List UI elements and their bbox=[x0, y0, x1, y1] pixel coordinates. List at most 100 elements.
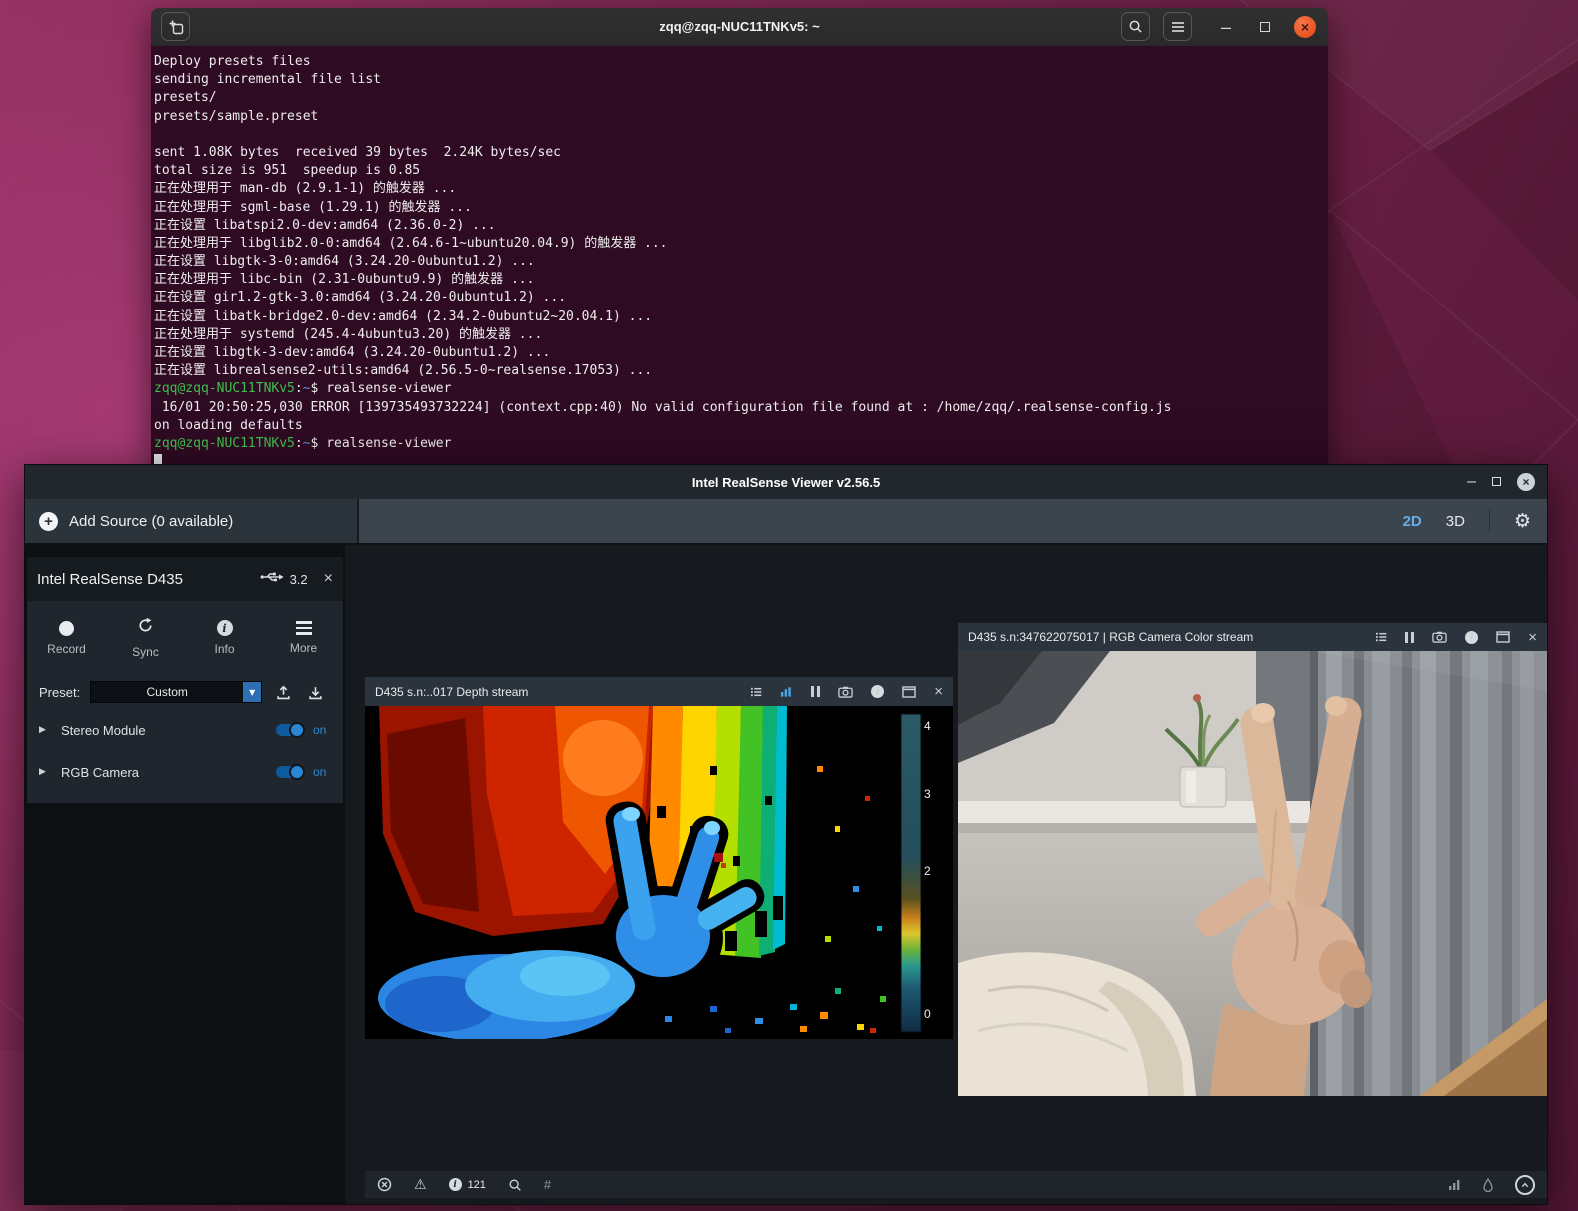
rgb-camera-toggle[interactable] bbox=[276, 764, 305, 780]
close-stream-icon[interactable]: × bbox=[934, 684, 943, 699]
viewer-statusbar: ⚠ i 121 # bbox=[365, 1171, 1547, 1198]
usb-version: 3.2 bbox=[289, 571, 308, 587]
terminal-line: 正在处理用于 man-db (2.9.1-1) 的触发器 ... bbox=[154, 181, 457, 197]
chevron-up-icon bbox=[1521, 1182, 1529, 1187]
snapshot-camera-icon[interactable] bbox=[1432, 631, 1447, 643]
device-panel: Intel RealSense D435 3.2 × Record Sync i… bbox=[27, 557, 343, 803]
info-icon[interactable]: i bbox=[871, 685, 885, 698]
expand-arrow-icon[interactable]: ▶ bbox=[39, 767, 53, 777]
info-button[interactable]: i Info bbox=[185, 601, 264, 675]
info-icon[interactable]: i bbox=[1465, 630, 1479, 644]
device-name: Intel RealSense D435 bbox=[37, 570, 183, 588]
close-icon: × bbox=[1300, 19, 1310, 35]
viewer-toolbar: + Add Source (0 available) 2D 3D ⚙ bbox=[25, 499, 1547, 545]
upload-preset-button[interactable] bbox=[272, 681, 294, 703]
module-label: RGB Camera bbox=[61, 764, 140, 780]
search-icon[interactable] bbox=[508, 1178, 522, 1192]
desktop: zqq@zqq-NUC11TNKv5: ~ – × Deploy presets… bbox=[0, 0, 1578, 1211]
info-count-group[interactable]: i 121 bbox=[448, 1178, 486, 1191]
download-preset-button[interactable] bbox=[304, 681, 326, 703]
depth-stream-header: D435 s.n:..017 Depth stream i × bbox=[365, 677, 953, 706]
view-mode-tabs: 2D 3D ⚙ bbox=[1403, 499, 1547, 543]
collapse-panel-button[interactable] bbox=[1515, 1174, 1535, 1195]
rgb-camera-row: ▶ RGB Camera on bbox=[27, 751, 343, 793]
terminal-line: zqq@zqq-NUC11TNKv5:~$ realsense-viewer bbox=[154, 435, 452, 451]
snapshot-camera-icon[interactable] bbox=[838, 686, 853, 698]
rgb-image bbox=[958, 651, 1547, 1096]
info-label: Info bbox=[214, 642, 235, 656]
rgb-stream-panel: D435 s.n:347622075017 | RGB Camera Color… bbox=[958, 623, 1547, 1096]
viewer-close-button[interactable]: × bbox=[1517, 473, 1535, 491]
stream-info-list-icon[interactable] bbox=[750, 686, 762, 698]
info-count: 121 bbox=[467, 1178, 486, 1191]
realsense-viewer-window: Intel RealSense Viewer v2.56.5 – × + Add… bbox=[24, 464, 1548, 1205]
close-button[interactable]: × bbox=[1294, 16, 1316, 38]
viewer-maximize-button[interactable] bbox=[1492, 473, 1501, 491]
minimize-button[interactable]: – bbox=[1211, 8, 1241, 46]
histogram-icon[interactable] bbox=[780, 686, 793, 698]
preset-dropdown[interactable]: Custom ▼ bbox=[90, 681, 263, 703]
viewer-minimize-button[interactable]: – bbox=[1467, 474, 1476, 490]
new-tab-button[interactable] bbox=[161, 12, 190, 41]
add-source-button[interactable]: + Add Source (0 available) bbox=[25, 499, 359, 543]
dismiss-errors-icon[interactable] bbox=[377, 1177, 392, 1192]
close-icon: × bbox=[1522, 475, 1530, 489]
device-close-button[interactable]: × bbox=[324, 571, 333, 587]
terminal-line: 正在设置 libgtk-3-0:amd64 (3.24.20-0ubuntu1.… bbox=[154, 254, 535, 270]
record-icon bbox=[59, 620, 74, 636]
terminal-line: sent 1.08K bytes received 39 bytes 2.24K… bbox=[154, 144, 561, 160]
record-button[interactable]: Record bbox=[27, 601, 106, 675]
toolbar-separator bbox=[1488, 510, 1490, 532]
search-button[interactable] bbox=[1121, 12, 1150, 41]
depth-stream-view[interactable]: 4 3 2 0 bbox=[365, 706, 953, 1039]
terminal-output[interactable]: Deploy presets files sending incremental … bbox=[151, 46, 1328, 466]
terminal-line: 正在处理用于 libc-bin (2.31-0ubuntu9.9) 的触发器 .… bbox=[154, 272, 535, 288]
maximize-icon bbox=[1260, 22, 1270, 32]
window-icon[interactable] bbox=[902, 685, 916, 698]
pause-icon[interactable] bbox=[1405, 631, 1415, 643]
terminal-line: 正在设置 libatk-bridge2.0-dev:amd64 (2.34.2-… bbox=[154, 308, 653, 324]
droplet-icon bbox=[1483, 1177, 1493, 1192]
terminal-line: sending incremental file list bbox=[154, 72, 381, 88]
terminal-line: 正在处理用于 libglib2.0-0:amd64 (2.64.6-1~ubun… bbox=[154, 235, 668, 251]
close-stream-icon[interactable]: × bbox=[1528, 630, 1537, 645]
terminal-titlebar[interactable]: zqq@zqq-NUC11TNKv5: ~ – × bbox=[151, 8, 1328, 47]
menu-button[interactable] bbox=[1163, 12, 1192, 41]
window-icon[interactable] bbox=[1496, 631, 1510, 643]
more-button[interactable]: More bbox=[264, 601, 343, 675]
sync-icon bbox=[137, 617, 154, 639]
terminal-line: 正在设置 libatspi2.0-dev:amd64 (2.36.0-2) ..… bbox=[154, 217, 496, 233]
new-tab-icon bbox=[169, 20, 183, 34]
tab-2d[interactable]: 2D bbox=[1403, 513, 1422, 530]
terminal-line: Deploy presets files bbox=[154, 54, 311, 69]
bars-icon bbox=[1448, 1179, 1461, 1191]
plus-icon: + bbox=[39, 511, 58, 531]
sync-button[interactable]: Sync bbox=[106, 601, 185, 675]
tab-3d[interactable]: 3D bbox=[1446, 513, 1465, 530]
terminal-line: total size is 951 speedup is 0.85 bbox=[154, 163, 421, 179]
viewer-window-controls: – × bbox=[1467, 465, 1535, 499]
stereo-module-toggle[interactable] bbox=[276, 722, 305, 738]
terminal-line: zqq@zqq-NUC11TNKv5:~$ realsense-viewer bbox=[154, 381, 452, 397]
maximize-button[interactable] bbox=[1250, 8, 1280, 46]
depth-image bbox=[365, 706, 953, 1039]
device-actions: Record Sync i Info More bbox=[27, 601, 343, 675]
settings-gear-icon[interactable]: ⚙ bbox=[1514, 511, 1531, 531]
warning-icon[interactable]: ⚠ bbox=[414, 1178, 427, 1192]
download-icon bbox=[309, 686, 322, 699]
rgb-stream-view[interactable] bbox=[958, 651, 1547, 1096]
expand-arrow-icon[interactable]: ▶ bbox=[39, 725, 53, 735]
terminal-line: on loading defaults bbox=[154, 417, 303, 433]
viewer-titlebar[interactable]: Intel RealSense Viewer v2.56.5 – × bbox=[25, 465, 1547, 499]
depth-stream-panel: D435 s.n:..017 Depth stream i × 4 3 2 0 bbox=[365, 677, 953, 1039]
stream-info-list-icon[interactable] bbox=[1375, 631, 1387, 643]
terminal-line: 16/01 20:50:25,030 ERROR [13973549373222… bbox=[154, 399, 1172, 415]
add-source-label: Add Source (0 available) bbox=[69, 512, 234, 530]
rgb-stream-title: D435 s.n:347622075017 | RGB Camera Color… bbox=[968, 630, 1254, 644]
terminal-line: 正在设置 librealsense2-utils:amd64 (2.56.5-0… bbox=[154, 363, 653, 379]
terminal-line: 正在设置 libgtk-3-dev:amd64 (3.24.20-0ubuntu… bbox=[154, 345, 551, 360]
rgb-stream-header: D435 s.n:347622075017 | RGB Camera Color… bbox=[958, 623, 1547, 651]
pause-icon[interactable] bbox=[811, 686, 821, 697]
depth-colorbar bbox=[900, 713, 922, 1033]
